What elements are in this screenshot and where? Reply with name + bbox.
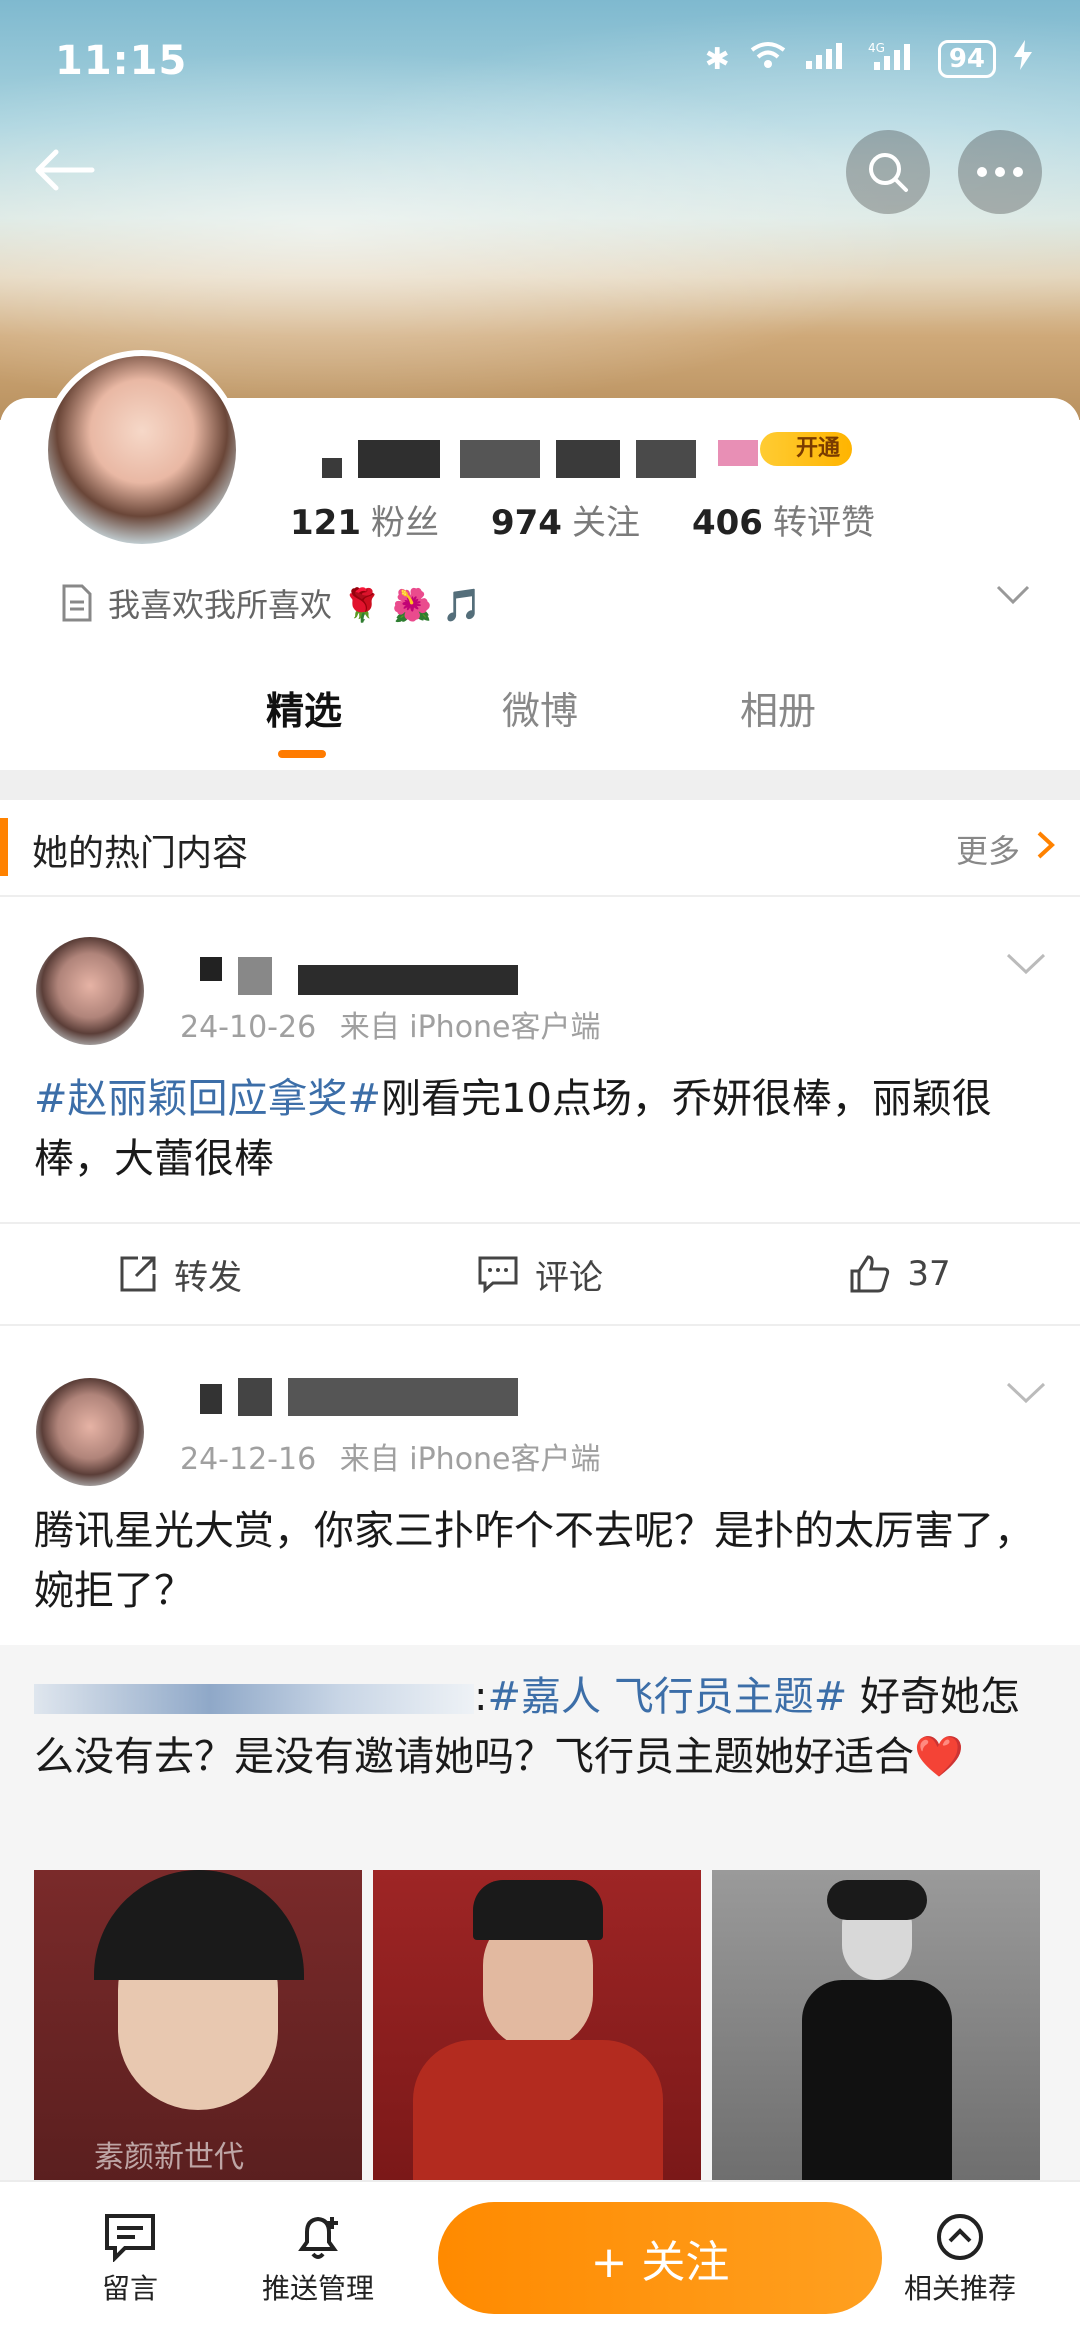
chat-icon — [105, 2214, 155, 2262]
chevron-up-circle-icon — [937, 2214, 983, 2260]
post-card[interactable]: 24-10-26 来自 iPhone客户端 #赵丽颖回应拿奖#刚看完10点场，乔… — [0, 897, 1080, 1326]
image-thumbnail[interactable]: 素颜新世代 — [34, 1870, 362, 2185]
post-author-avatar[interactable] — [36, 937, 144, 1045]
bell-icon — [298, 2216, 338, 2259]
status-time: 11:15 — [55, 38, 188, 84]
image-thumbnail[interactable] — [373, 1870, 701, 2185]
search-icon — [869, 153, 908, 192]
reposted-content[interactable]: :#嘉人 飞行员主题# 好奇她怎么没有去？是没有邀请她吗？飞行员主题她好适合❤️… — [0, 1645, 1080, 2185]
like-count: 37 — [907, 1254, 951, 1294]
post-hashtag[interactable]: #赵丽颖回应拿奖# — [34, 1076, 381, 1122]
profile-tabs: 精选 微博 相册 — [0, 670, 1080, 770]
tab-indicator — [278, 750, 326, 758]
section-accent-bar — [0, 818, 8, 876]
thumbnail-caption: 素颜新世代 — [94, 2140, 244, 2175]
battery-indicator: 94 — [937, 40, 996, 78]
expand-bio-button[interactable] — [996, 585, 1030, 609]
vip-badge[interactable]: 开通 — [760, 432, 853, 466]
related-recommend-button[interactable]: 相关推荐 — [880, 2207, 1040, 2307]
post-source: 来自 iPhone客户端 — [339, 1010, 601, 1045]
followers-stat[interactable]: 121 粉丝 — [290, 495, 439, 544]
tab-album[interactable]: 相册 — [740, 680, 816, 735]
wifi-icon — [748, 40, 788, 78]
bottom-action-bar: 留言 推送管理 + 关注 相关推荐 — [0, 2180, 1080, 2333]
post-date: 24-12-16 — [180, 1442, 317, 1477]
chevron-right-icon[interactable] — [1036, 830, 1056, 860]
push-settings-button[interactable]: 推送管理 — [238, 2207, 398, 2307]
post-text: #赵丽颖回应拿奖#刚看完10点场，乔妍很棒，丽颖很棒，大蕾很棒 — [34, 1076, 992, 1182]
arrow-left-icon — [35, 149, 95, 191]
repost-hashtag[interactable]: #嘉人 飞行员主题# — [487, 1674, 847, 1720]
bluetooth-icon: ✱ — [704, 41, 730, 77]
post-date: 24-10-26 — [180, 1010, 317, 1045]
signal-4g-icon: 4G — [868, 40, 920, 78]
repost-text: :#嘉人 飞行员主题# 好奇她怎么没有去？是没有邀请她吗？飞行员主题她好适合❤️ — [34, 1674, 1020, 1780]
post-menu-chevron-icon[interactable] — [1006, 952, 1046, 976]
status-icons: ✱ 4G 94 — [705, 40, 1032, 78]
thumbs-up-icon — [850, 1255, 890, 1293]
post-meta: 24-12-16 来自 iPhone客户端 — [180, 1434, 601, 1478]
post-author-avatar[interactable] — [36, 1378, 144, 1486]
avatar[interactable] — [42, 350, 242, 550]
share-icon — [120, 1256, 156, 1292]
section-title: 她的热门内容 — [32, 833, 249, 874]
like-button[interactable]: 37 — [720, 1224, 1080, 1324]
signal-icon — [805, 41, 850, 77]
more-options-button[interactable] — [958, 130, 1042, 214]
comment-icon — [478, 1256, 518, 1293]
engagement-stat[interactable]: 406 转评赞 — [692, 495, 875, 544]
post-actions: 转发 评论 37 — [0, 1222, 1080, 1326]
section-divider — [0, 770, 1080, 800]
message-button[interactable]: 留言 — [50, 2207, 210, 2307]
tab-weibo[interactable]: 微博 — [502, 680, 578, 735]
following-stat[interactable]: 974 关注 — [491, 495, 640, 544]
post-card[interactable]: 24-12-16 来自 iPhone客户端 腾讯星光大赏，你家三扑咋个不去呢？是… — [0, 1326, 1080, 1646]
post-text: 腾讯星光大赏，你家三扑咋个不去呢？是扑的太厉害了，婉拒了？ — [34, 1508, 1034, 1614]
search-button[interactable] — [846, 130, 930, 214]
status-bar: 11:15 ✱ 4G 94 — [0, 0, 1080, 120]
post-menu-chevron-icon[interactable] — [1006, 1381, 1046, 1405]
post-source: 来自 iPhone客户端 — [339, 1442, 601, 1477]
comment-button[interactable]: 评论 — [360, 1224, 720, 1324]
follow-button[interactable]: + 关注 — [438, 2202, 882, 2314]
tab-featured[interactable]: 精选 — [266, 680, 342, 735]
post-meta: 24-10-26 来自 iPhone客户端 — [180, 1002, 601, 1046]
profile-bio: 我喜欢我所喜欢 🌹 🌺 🎵 — [60, 580, 482, 626]
repost-button[interactable]: 转发 — [0, 1224, 360, 1324]
more-link[interactable]: 更多 — [956, 826, 1020, 872]
repost-author-obscured — [34, 1684, 474, 1714]
image-thumbnail[interactable] — [712, 1870, 1040, 2185]
back-button[interactable] — [32, 148, 102, 198]
svg-text:4G: 4G — [868, 41, 885, 55]
document-icon — [62, 584, 92, 622]
chevron-down-icon — [996, 585, 1030, 605]
charging-icon — [1014, 40, 1032, 78]
hot-content-header: 她的热门内容 更多 — [0, 800, 1080, 897]
profile-stats: 121 粉丝 974 关注 406 转评赞 — [290, 495, 875, 544]
ellipsis-icon — [977, 167, 1023, 177]
